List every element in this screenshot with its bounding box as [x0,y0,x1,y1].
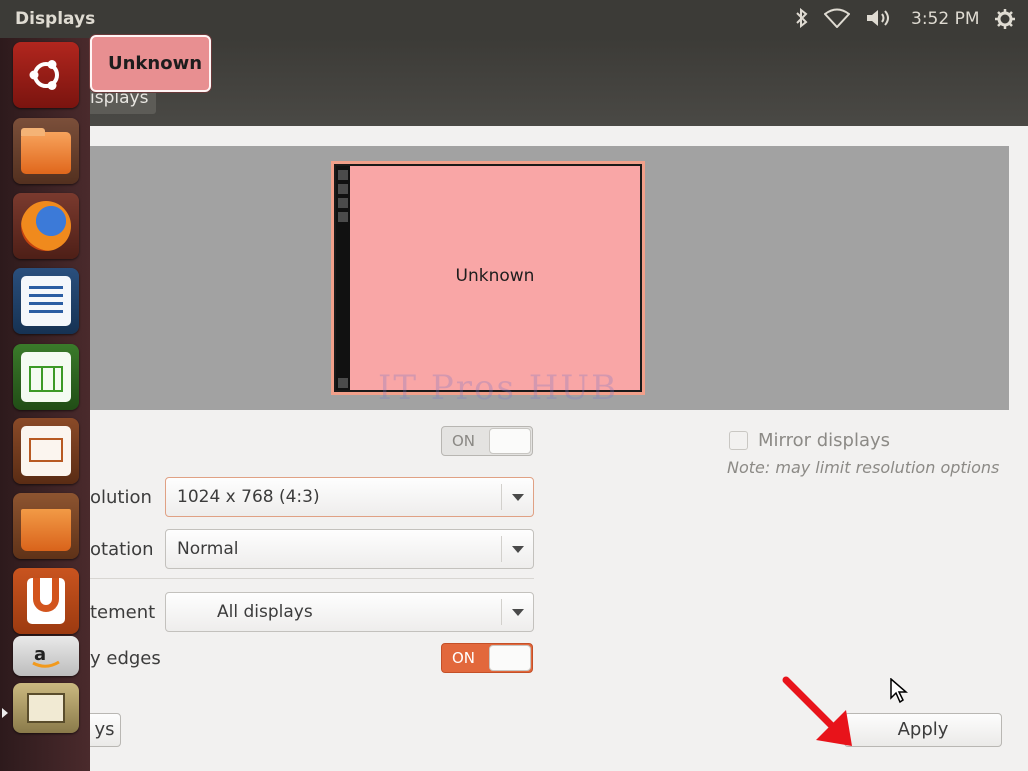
rotation-select[interactable]: Normal [165,529,534,569]
mirror-displays-label[interactable]: Mirror displays [758,430,890,451]
toggle-knob [489,645,531,671]
launcher-placement-label: tement [90,602,156,623]
sticky-edges-label: y edges [90,648,161,669]
watermark: IT Pros HUB [378,368,619,408]
clock[interactable]: 3:52 PM [911,9,980,29]
unity-launcher: a [0,38,90,771]
tooltip-text: Unknown [108,53,203,74]
monitor-preview[interactable]: Unknown [334,164,642,392]
resolution-value: 1024 x 768 (4:3) [177,487,320,507]
amazon-icon[interactable]: a [13,636,79,676]
active-app-indicator [2,708,8,718]
ubuntu-one-icon[interactable] [13,568,79,634]
red-arrow-annotation [782,676,854,752]
launcher-placement-select[interactable]: All displays [165,592,534,632]
window-title: Displays [15,9,96,29]
libreoffice-calc-icon[interactable] [13,344,79,410]
resolution-select[interactable]: 1024 x 768 (4:3) [165,477,534,517]
libreoffice-impress-icon[interactable] [13,418,79,484]
launcher-tooltip: Unknown [90,35,211,92]
divider [90,578,534,579]
gear-icon[interactable] [994,8,1016,35]
wifi-icon[interactable] [823,8,851,33]
monitor-preview-area: Unknown IT Pros HUB [90,146,1009,410]
firefox-icon[interactable] [13,193,79,259]
rotation-value: Normal [177,539,239,559]
apply-button[interactable]: Apply [844,713,1002,747]
bluetooth-icon[interactable] [795,7,809,33]
monitor-power-toggle[interactable]: ON [441,426,533,456]
chevron-down-icon [501,536,533,562]
ubuntu-dash-icon[interactable] [13,42,79,108]
volume-icon[interactable] [865,8,893,33]
mouse-cursor-icon [890,677,909,708]
software-center-icon[interactable] [13,493,79,559]
chevron-down-icon [501,599,533,625]
toggle-knob [489,428,531,454]
svg-text:a: a [34,644,46,665]
launcher-placement-value: All displays [217,602,313,622]
files-icon[interactable] [13,118,79,184]
displays-window: isplays Unknown IT Pros HUB ON olution 1… [6,38,1028,771]
mirror-note: Note: may limit resolution options [727,458,1000,477]
mirror-displays-checkbox[interactable] [729,431,748,450]
resolution-label: olution [90,487,152,508]
sticky-edges-toggle[interactable]: ON [441,643,533,673]
monitor-label: Unknown [455,266,535,286]
top-panel: Displays 3:52 PM [0,0,1028,38]
system-settings-icon[interactable] [13,683,79,733]
libreoffice-writer-icon[interactable] [13,268,79,334]
monitor-launcher-strip [336,166,350,390]
chevron-down-icon [501,484,533,510]
rotation-label: otation [90,539,154,560]
